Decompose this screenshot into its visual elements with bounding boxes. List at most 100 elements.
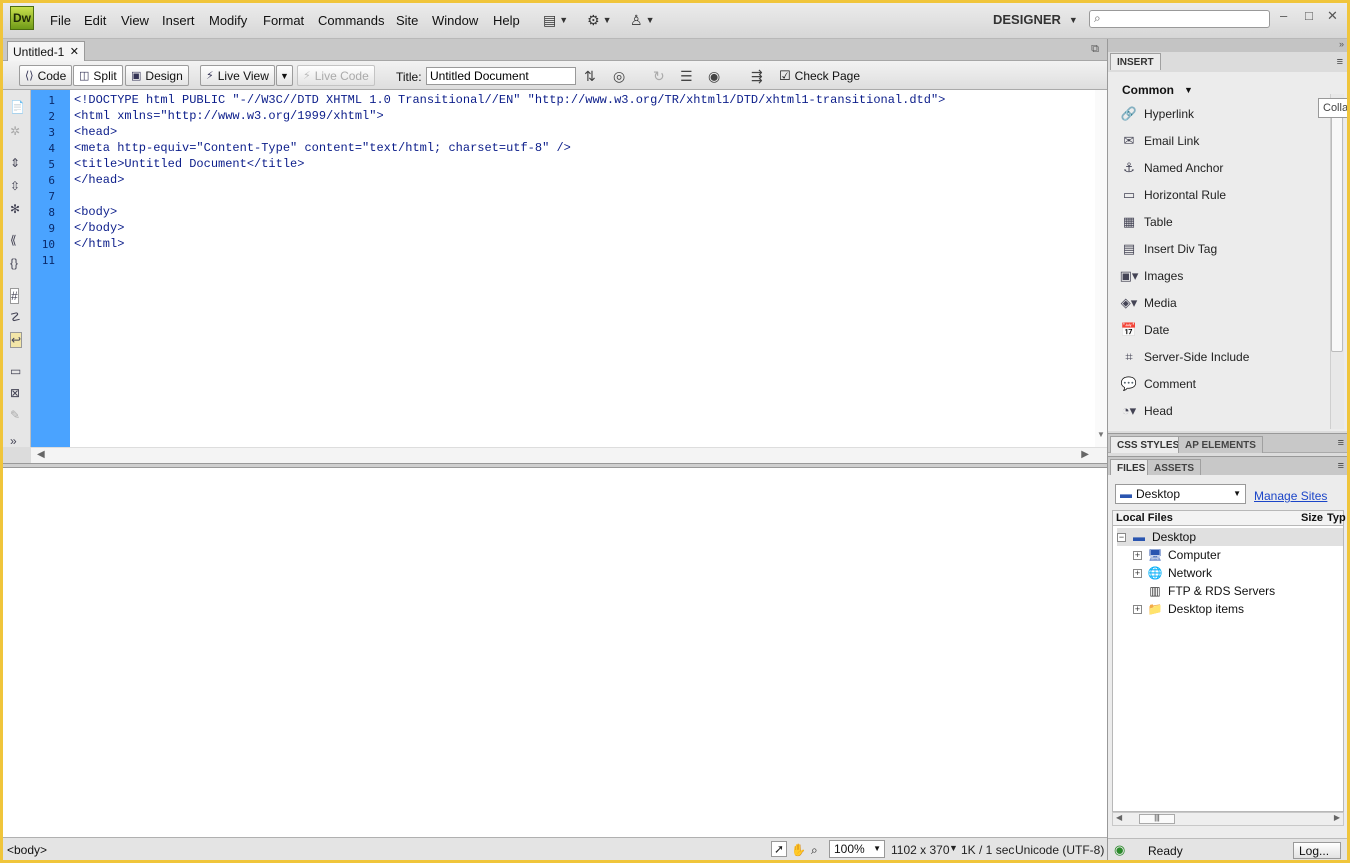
menu-commands[interactable]: Commands [318,13,384,28]
scroll-thumb[interactable]: ||| [1139,814,1175,824]
insert-media[interactable]: ◈▾ Media [1114,293,1177,313]
panel-menu-icon[interactable]: ≡ [1338,437,1344,449]
minimize-icon[interactable]: – [1280,8,1287,23]
menu-format[interactable]: Format [263,13,304,28]
more-tools-icon[interactable]: » [10,434,17,448]
expand-icon[interactable]: + [1133,568,1142,578]
expand-all-icon[interactable]: ✻ [10,202,20,216]
menu-site[interactable]: Site [396,13,418,28]
site-button[interactable]: ♙ ▼ [630,9,654,31]
tree-item-desktop[interactable]: − ▬ Desktop [1117,528,1343,546]
apply-comment-icon[interactable]: ▭ [10,364,21,378]
tag-selector[interactable]: <body> [7,843,47,857]
tab-assets[interactable]: ASSETS [1147,459,1202,476]
insert-horizontal-rule[interactable]: ▭ Horizontal Rule [1114,185,1226,205]
insert-div-tag[interactable]: ▤ Insert Div Tag [1114,239,1217,259]
insert-server-side-include[interactable]: ⌗ Server-Side Include [1114,347,1249,367]
select-parent-tag-icon[interactable]: ⟪ [10,233,17,247]
collapse-full-tag-icon[interactable]: ⇕ [10,156,20,170]
zoom-tool-icon[interactable]: ⌕ [811,843,818,858]
insert-hyperlink[interactable]: 🔗 Hyperlink [1114,104,1194,124]
site-select[interactable]: ▬ Desktop ▼ [1115,484,1246,504]
log-button[interactable]: Log... [1293,842,1341,859]
tab-files[interactable]: FILES [1110,459,1153,476]
tree-item-network[interactable]: + 🌐 Network [1133,564,1212,582]
panel-dock-header[interactable]: » [1108,39,1347,52]
file-management-icon[interactable]: ⇅ [584,68,596,85]
design-view-canvas[interactable] [3,468,1107,837]
live-view-button[interactable]: ⚡ Live View [200,65,275,86]
line-numbers-icon[interactable]: # [10,288,19,304]
show-code-navigator-icon[interactable]: ✲ [10,124,20,138]
view-options-icon[interactable]: ☰ [680,68,693,85]
maximize-icon[interactable]: □ [1305,8,1313,23]
menu-insert[interactable]: Insert [162,13,195,28]
expand-icon[interactable]: + [1133,550,1142,560]
live-code-button[interactable]: ⚡ Live Code [297,65,375,86]
col-local-files[interactable]: Local Files [1116,512,1173,524]
collapse-icon[interactable]: − [1117,532,1126,542]
tree-item-computer[interactable]: + 🖥 Computer [1133,546,1221,564]
live-view-dropdown[interactable]: ▼ [276,65,293,86]
collapse-selection-icon[interactable]: ⇳ [10,179,20,193]
files-horizontal-scrollbar[interactable]: ◀ ||| ▶ [1112,812,1344,826]
title-input[interactable] [426,67,576,85]
close-icon[interactable]: ✕ [1327,8,1338,24]
preview-browser-icon[interactable]: ◎ [613,68,625,85]
menu-file[interactable]: File [50,13,71,28]
insert-email-link[interactable]: ✉ Email Link [1114,131,1200,151]
menu-view[interactable]: View [121,13,149,28]
tree-item-desktop-items[interactable]: + 📁 Desktop items [1133,600,1244,618]
validate-icon[interactable]: ⇶ [751,68,763,85]
hand-tool-icon[interactable]: ✋ [791,843,806,857]
menu-window[interactable]: Window [432,13,478,28]
insert-images[interactable]: ▣▾ Images [1114,266,1184,286]
menu-edit[interactable]: Edit [84,13,106,28]
insert-table[interactable]: ▦ Table [1114,212,1173,232]
collapse-icon[interactable]: » [1339,39,1344,49]
col-type[interactable]: Typ [1327,512,1346,524]
manage-sites-link[interactable]: Manage Sites [1254,489,1327,503]
restore-icon[interactable]: ⧉ [1091,43,1099,56]
open-documents-icon[interactable]: 📄 [10,100,25,114]
insert-scroll-thumb[interactable] [1331,112,1343,352]
panel-menu-icon[interactable]: ≡ [1337,56,1343,68]
design-view-button[interactable]: ▣ Design [125,65,189,86]
menu-modify[interactable]: Modify [209,13,247,28]
tab-ap-elements[interactable]: AP ELEMENTS [1178,436,1263,453]
balance-braces-icon[interactable]: {} [10,256,18,270]
word-wrap-icon[interactable]: ↩ [10,332,23,348]
extend-button[interactable]: ⚙ ▼ [587,9,611,31]
code-view-button[interactable]: ⟨⟩ Code [19,65,73,86]
code-horizontal-scrollbar[interactable]: ◀ ▶ [31,447,1107,463]
search-input[interactable]: ⌕ [1089,10,1270,28]
zoom-select[interactable]: 100% ▼ [829,840,885,858]
col-size[interactable]: Size [1301,512,1323,524]
highlight-invalid-icon[interactable]: ☡ [10,310,21,324]
menu-help[interactable]: Help [493,13,520,28]
tab-css-styles[interactable]: CSS STYLES [1110,436,1187,453]
document-tab[interactable]: Untitled-1 ✕ [7,41,85,61]
code-editor[interactable]: <!DOCTYPE html PUBLIC "-//W3C//DTD XHTML… [70,90,1107,447]
panel-menu-icon[interactable]: ≡ [1338,460,1344,472]
insert-date[interactable]: 📅 Date [1114,320,1169,340]
close-icon[interactable]: ✕ [70,45,79,58]
split-view-button[interactable]: ◫ Split [73,65,123,86]
workspace-switcher[interactable]: DESIGNER ▼ [993,12,1078,27]
insert-comment[interactable]: 💬 Comment [1114,374,1196,394]
insert-named-anchor[interactable]: ⚓ Named Anchor [1114,158,1223,178]
insert-head[interactable]: ◔▾ Head [1114,401,1173,421]
wrap-tag-icon[interactable]: ✎ [10,408,20,422]
expand-icon[interactable]: + [1133,604,1142,614]
remove-comment-icon[interactable]: ⊠ [10,386,20,400]
insert-category-select[interactable]: Common ▼ [1122,83,1193,97]
code-vertical-scrollbar[interactable]: ▼ [1095,90,1107,447]
pointer-tool-icon[interactable]: ➚ [771,841,788,857]
visual-aids-icon[interactable]: ◉ [708,68,720,85]
tab-insert[interactable]: INSERT [1110,53,1161,70]
tree-item-ftp-rds[interactable]: ▥ FTP & RDS Servers [1147,582,1275,600]
check-page-button[interactable]: ☑ Check Page [779,68,860,84]
refresh-icon[interactable]: ↻ [653,68,665,85]
window-size[interactable]: 1102 x 370 [891,843,950,857]
layout-button[interactable]: ▤ ▼ [543,9,568,31]
